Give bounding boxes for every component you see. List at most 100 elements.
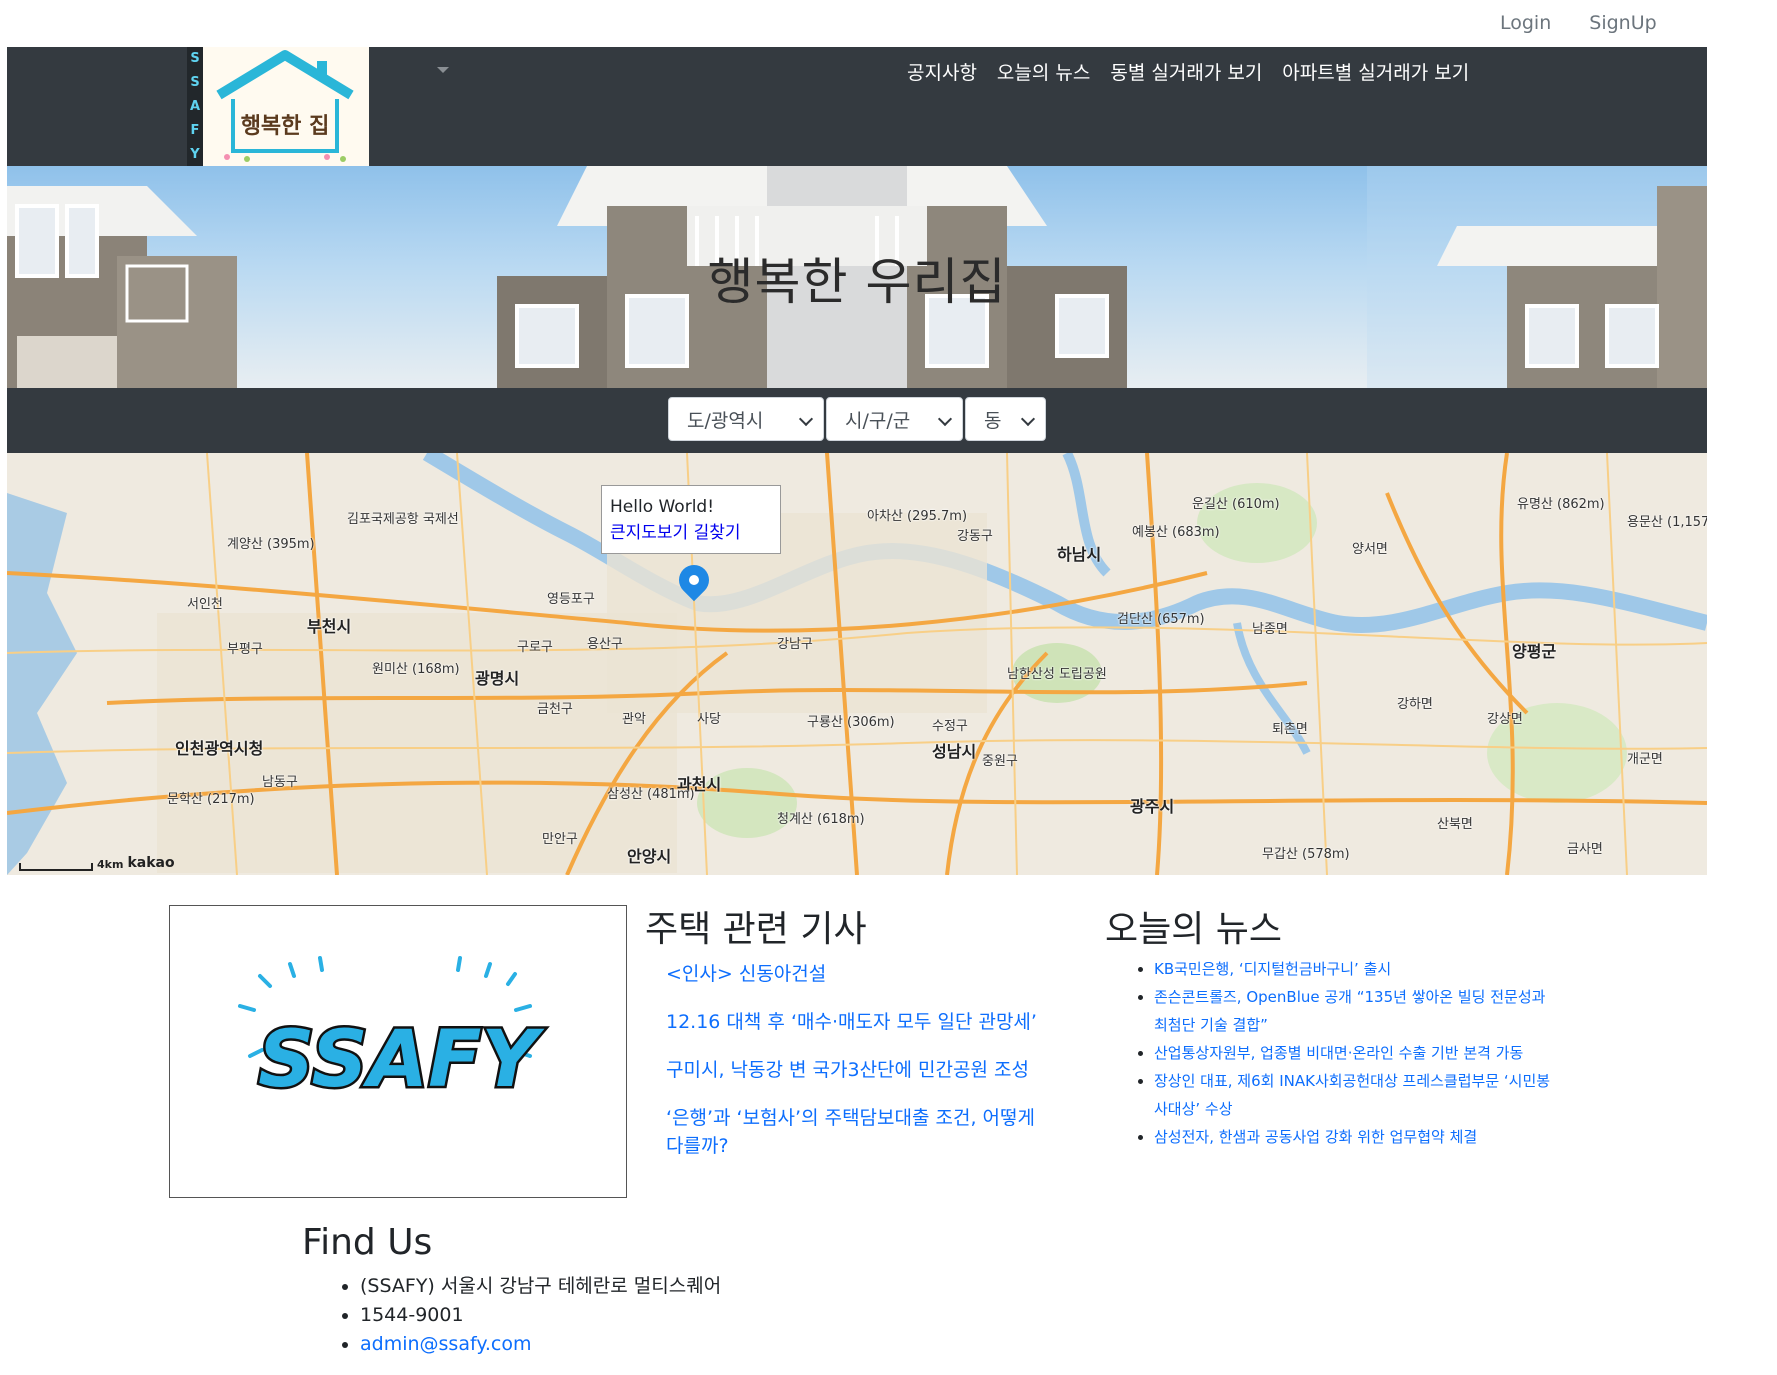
news-link[interactable]: 삼성전자, 한샘과 공동사업 강화 위한 업무협약 체결 — [1154, 1128, 1477, 1146]
info-window-text: Hello World! — [610, 497, 715, 517]
hero-banner: 행복한 우리집 — [7, 166, 1707, 388]
sido-select-value: 도/광역시 — [687, 409, 764, 432]
map-label: 남동구 — [262, 775, 298, 790]
news-link[interactable]: 존슨콘트롤즈, OpenBlue 공개 “135년 쌓아온 빌딩 전문성과 최첨… — [1154, 988, 1545, 1034]
chevron-down-icon — [1020, 411, 1036, 427]
map-label: 산북면 — [1437, 817, 1473, 832]
map-label: 용문산 (1,157m) — [1627, 515, 1707, 530]
findus-email-link[interactable]: admin@ssafy.com — [360, 1333, 531, 1355]
map-label: 검단산 (657m) — [1117, 612, 1205, 627]
list-item: 장상인 대표, 제6회 INAK사회공헌대상 프레스클럽부문 ‘시민봉사대상’ … — [1154, 1067, 1554, 1123]
map-label: 만안구 — [542, 832, 578, 847]
map-label: 아차산 (295.7m) — [867, 509, 968, 524]
ssafy-logo-icon: SSAFY — [238, 956, 548, 1108]
map-label: 수정구 — [932, 719, 968, 734]
map-label: 양서면 — [1352, 542, 1388, 557]
list-item: 삼성전자, 한샘과 공동사업 강화 위한 업무협약 체결 — [1154, 1123, 1554, 1151]
kakao-brand: kakao — [127, 855, 175, 871]
map-label: 구로구 — [517, 640, 553, 655]
map-scale: 4km kakao — [19, 855, 175, 871]
dong-select[interactable]: 동 — [965, 397, 1046, 441]
ssafy-logo-image: SSAFY — [169, 905, 627, 1198]
map-label: 강상면 — [1487, 712, 1523, 727]
map-label: 구룡산 (306m) — [807, 715, 895, 730]
svg-text:SSAFY: SSAFY — [258, 1015, 545, 1105]
map-info-window: Hello World! 큰지도보기 길찾기 — [601, 485, 781, 554]
hero-title: 행복한 우리집 — [707, 253, 1007, 311]
dong-select-value: 동 — [984, 409, 1002, 432]
article-link[interactable]: ‘은행’과 ‘보험사’의 주택담보대출 조건, 어떻게 다를까? — [666, 1104, 1056, 1160]
signup-link[interactable]: SignUp — [1589, 12, 1656, 34]
nav-notice[interactable]: 공지사항 — [907, 58, 977, 85]
list-item: 존슨콘트롤즈, OpenBlue 공개 “135년 쌓아온 빌딩 전문성과 최첨… — [1154, 983, 1554, 1039]
map-label: 예봉산 (683m) — [1132, 525, 1220, 540]
articles-title: 주택 관련 기사 — [645, 909, 867, 950]
news-title: 오늘의 뉴스 — [1105, 909, 1283, 950]
article-link[interactable]: 12.16 대책 후 ‘매수·매도자 모두 일단 관망세’ — [666, 1008, 1056, 1036]
article-link[interactable]: 구미시, 낙동강 변 국가3산단에 민간공원 조성 — [666, 1056, 1056, 1084]
findus-address: (SSAFY) 서울시 강남구 테헤란로 멀티스퀘어 — [360, 1272, 721, 1301]
gugun-select-value: 시/구/군 — [845, 409, 911, 432]
news-link[interactable]: 장상인 대표, 제6회 INAK사회공헌대상 프레스클럽부문 ‘시민봉사대상’ … — [1154, 1072, 1550, 1118]
big-map-link[interactable]: 큰지도보기 — [610, 523, 688, 543]
map-label: 관악 — [622, 712, 646, 727]
chevron-down-icon — [937, 411, 953, 427]
nav-dong-price[interactable]: 동별 실거래가 보기 — [1110, 58, 1262, 85]
map-label: 사당 — [697, 712, 721, 727]
map-label: 영등포구 — [547, 592, 595, 607]
map-label: 청계산 (618m) — [777, 812, 865, 827]
articles-list: <인사> 신동아건설 12.16 대책 후 ‘매수·매도자 모두 일단 관망세’… — [666, 960, 1056, 1180]
map-label: 유명산 (862m) — [1517, 497, 1605, 512]
logo-ssafy-stripe: SSAFY — [187, 47, 203, 166]
map-label: 부천시 — [307, 617, 352, 636]
map-label: 운길산 (610m) — [1192, 497, 1280, 512]
map-label: 하남시 — [1057, 545, 1102, 564]
news-link[interactable]: 산업통상자원부, 업종별 비대면·온라인 수출 기반 본격 가동 — [1154, 1044, 1523, 1062]
news-list: KB국민은행, ‘디지털헌금바구니’ 출시 존슨콘트롤즈, OpenBlue 공… — [1132, 955, 1554, 1151]
map-label: 퇴촌면 — [1272, 722, 1308, 737]
map-label: 양평군 — [1512, 642, 1557, 661]
region-filter-bar: 도/광역시 시/구/군 동 — [7, 388, 1707, 453]
house-logo-icon: 행복한 집 — [216, 50, 354, 162]
map-label: 성남시 — [932, 742, 977, 761]
findus-title: Find Us — [302, 1222, 433, 1263]
dropdown-caret-icon[interactable] — [437, 67, 449, 73]
map-label: 무갑산 (578m) — [1262, 847, 1350, 862]
scale-bar — [19, 863, 93, 871]
map-label: 부평구 — [227, 642, 263, 657]
map-label: 강동구 — [957, 529, 993, 544]
map-label: 남한산성 도립공원 — [1007, 667, 1107, 682]
map-label: 원미산 (168m) — [372, 662, 460, 677]
kakao-map[interactable]: 인천광역시청 부천시 광명시 과천시 안양시 성남시 하남시 광주시 양평군 강… — [7, 453, 1707, 875]
svg-text:행복한 집: 행복한 집 — [241, 114, 330, 139]
map-label: 김포국제공항 국제선 — [347, 512, 459, 527]
map-label: 광명시 — [475, 669, 520, 688]
auth-links: Login SignUp — [1500, 12, 1657, 34]
gugun-select[interactable]: 시/구/군 — [826, 397, 963, 441]
nav-apt-price[interactable]: 아파트별 실거래가 보기 — [1282, 58, 1469, 85]
login-link[interactable]: Login — [1500, 12, 1551, 34]
map-label: 남종면 — [1252, 622, 1288, 637]
map-label: 용산구 — [587, 637, 623, 652]
chevron-down-icon — [798, 411, 814, 427]
top-navbar: SSAFY 행복한 집 공지사항 오늘의 뉴스 동별 실거래가 보기 아파트별 … — [7, 47, 1707, 166]
findus-phone: 1544-9001 — [360, 1301, 721, 1330]
map-label: 금천구 — [537, 702, 573, 717]
nav-news[interactable]: 오늘의 뉴스 — [997, 58, 1090, 85]
map-label: 인천광역시청 — [175, 739, 264, 758]
scale-label: 4km — [97, 858, 124, 871]
news-link[interactable]: KB국민은행, ‘디지털헌금바구니’ 출시 — [1154, 960, 1391, 978]
directions-link[interactable]: 길찾기 — [694, 523, 741, 543]
map-label: 안양시 — [627, 847, 672, 866]
findus-list: (SSAFY) 서울시 강남구 테헤란로 멀티스퀘어 1544-9001 adm… — [338, 1272, 721, 1359]
sido-select[interactable]: 도/광역시 — [668, 397, 824, 441]
article-link[interactable]: <인사> 신동아건설 — [666, 960, 1056, 988]
map-label: 삼성산 (481m) — [607, 787, 695, 802]
site-logo[interactable]: SSAFY 행복한 집 — [187, 47, 369, 166]
findus-email-item: admin@ssafy.com — [360, 1330, 721, 1359]
map-label: 광주시 — [1130, 797, 1175, 816]
map-label: 개군면 — [1627, 752, 1663, 767]
map-label: 문학산 (217m) — [167, 792, 255, 807]
list-item: 산업통상자원부, 업종별 비대면·온라인 수출 기반 본격 가동 — [1154, 1039, 1554, 1067]
main-nav: 공지사항 오늘의 뉴스 동별 실거래가 보기 아파트별 실거래가 보기 — [907, 58, 1469, 85]
